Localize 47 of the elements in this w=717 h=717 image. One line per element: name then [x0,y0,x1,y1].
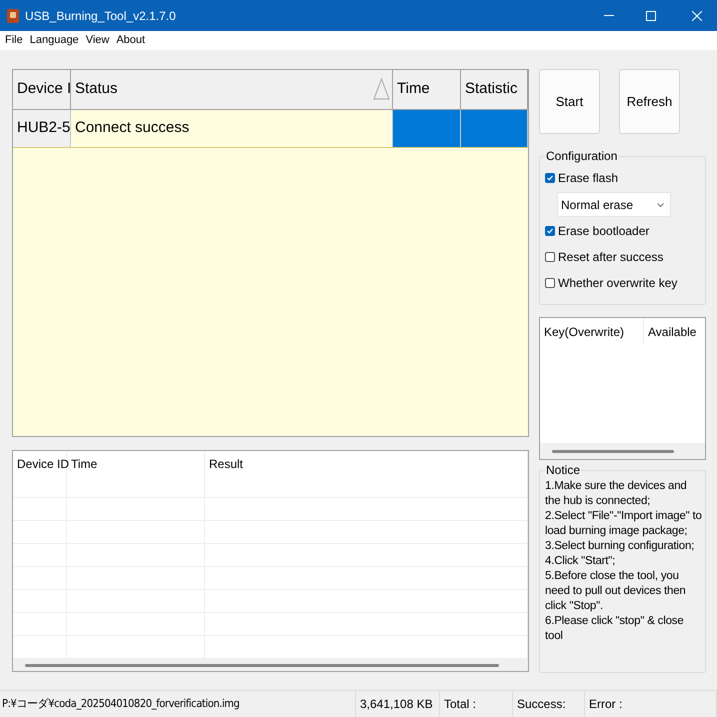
group-title: Notice [545,462,582,479]
chevron-down-icon [657,202,664,206]
menu-item[interactable]: File [5,32,23,49]
column-header[interactable]: Time [393,70,461,109]
checkbox[interactable] [545,226,555,236]
checkbox-label: Whether overwrite key [558,275,678,292]
minimize-icon[interactable] [604,14,614,16]
close-icon[interactable] [692,10,702,20]
checkbox[interactable] [545,278,555,288]
column-header[interactable]: Status [71,70,393,109]
status-field: Total : [440,690,513,717]
notice-text: 5.Before close the tool, you need to pull out devices then click "Stop". [545,569,687,614]
checkbox[interactable] [545,173,555,183]
checkbox-label: Erase bootloader [558,223,650,240]
status-field: Error : [585,690,717,717]
status-field: Success: [513,690,585,717]
notice-text: 6.Please click "stop" & close tool [545,614,685,644]
toolbar-button[interactable]: Start [539,69,600,134]
status-field: P:¥コーダ¥coda_202504010820_forverification.img [0,690,356,717]
status-field: 3,641,108 KB [356,690,440,717]
window-title: USB_Burning_Tool_v2.1.7.0 [25,8,176,24]
scrollbar[interactable] [552,450,674,452]
toolbar-button[interactable]: Refresh [619,69,680,134]
menu-item[interactable]: Language [30,32,79,49]
column-header[interactable]: Key(Overwrite) [540,318,644,344]
column-header[interactable]: Result [205,451,528,497]
maximize-icon[interactable] [646,10,656,20]
checkbox-label: Erase flash [558,170,618,187]
table-cell: HUB2-5 [13,110,71,147]
menu-item[interactable]: View [86,32,110,49]
notice-text: 2.Select "File"-"Import image" to load burning image package; [545,509,703,539]
column-header[interactable]: Available [644,318,705,344]
notice-text: 3.Select burning configuration; [545,539,696,554]
app-icon [7,8,19,22]
column-header[interactable]: Device ID [13,451,67,497]
column-header[interactable]: Device I [13,70,71,109]
scrollbar[interactable] [25,664,499,666]
notice-text: 1.Make sure the devices and the hub is connected; [545,479,688,509]
notice-text: 4.Click "Start"; [545,554,616,569]
column-header[interactable]: Time [67,451,205,497]
group-title: Configuration [545,148,618,165]
checkbox[interactable] [545,252,555,262]
menu-item[interactable]: About [116,32,146,49]
erase-dropdown[interactable]: Normal erase [557,192,671,217]
checkbox-label: Reset after success [558,249,664,266]
column-header[interactable]: Statistic [461,70,528,109]
sort-arrow-icon [373,78,390,100]
